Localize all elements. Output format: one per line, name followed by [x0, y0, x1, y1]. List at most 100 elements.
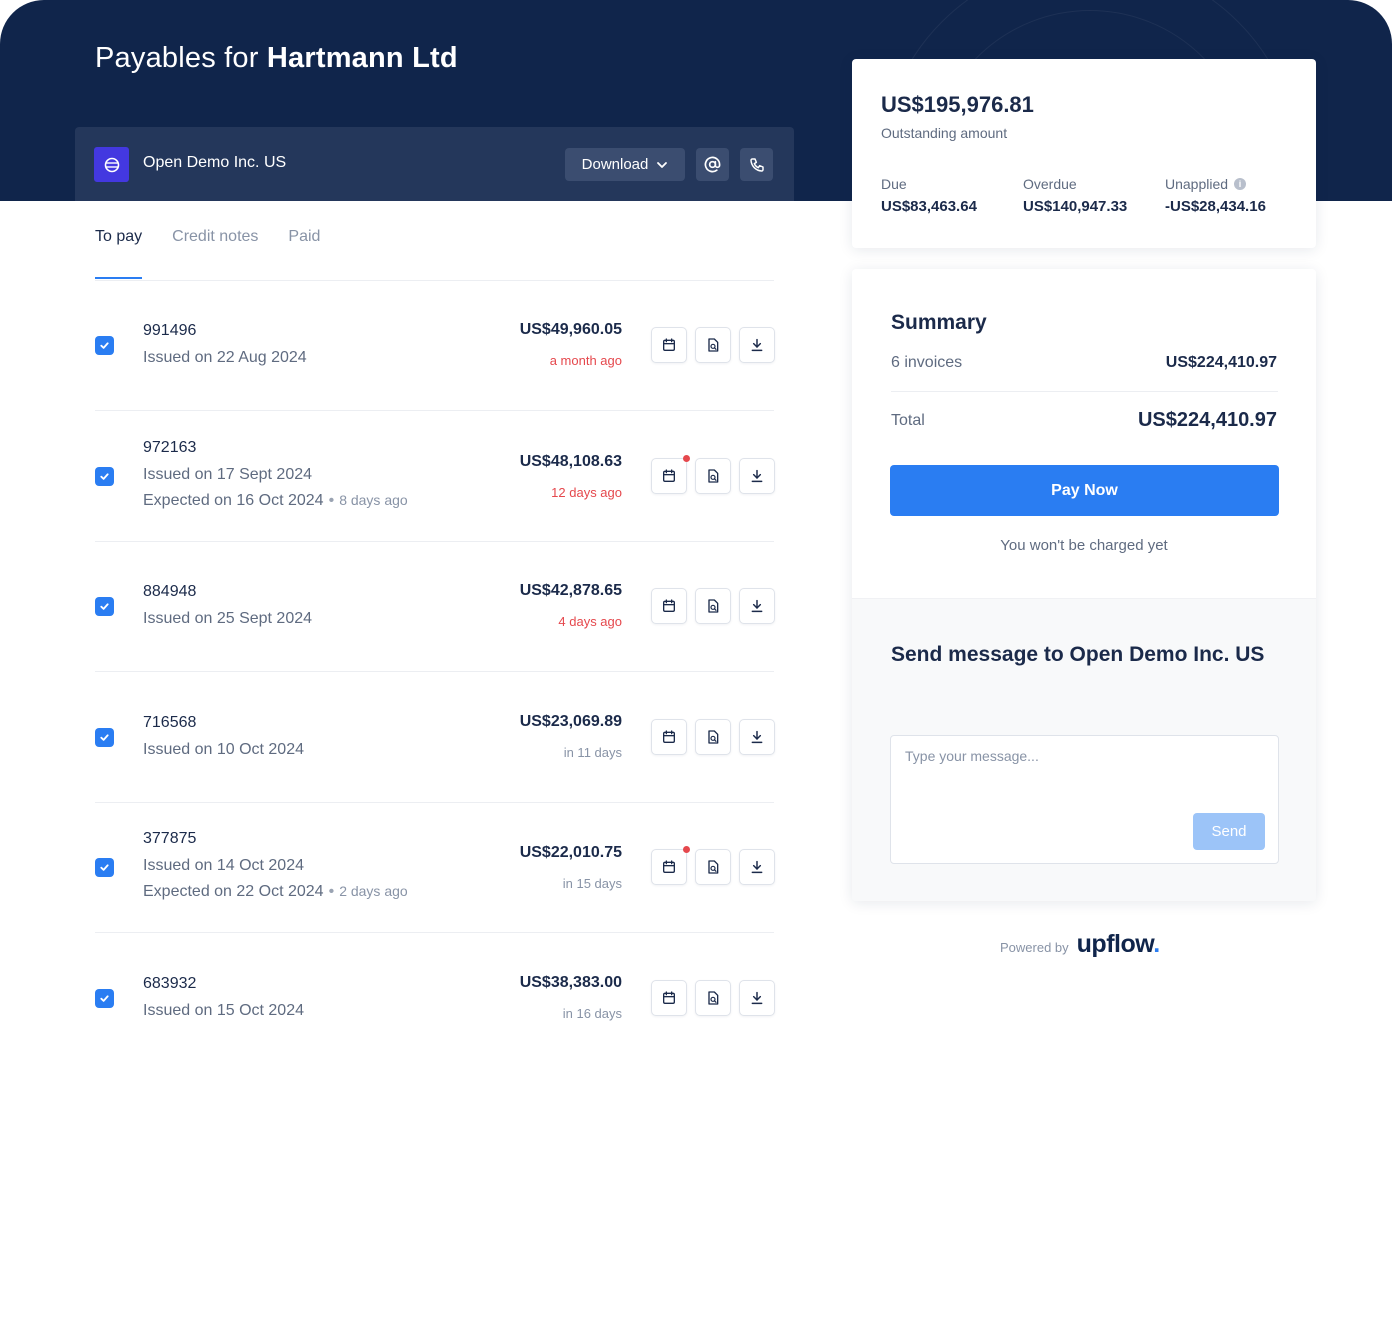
email-button[interactable]	[696, 148, 729, 181]
tab-credit-notes[interactable]: Credit notes	[172, 228, 258, 279]
schedule-payment-button[interactable]	[651, 588, 687, 624]
message-title: Send message to Open Demo Inc. US	[891, 643, 1265, 666]
invoice-amount: US$49,960.05	[519, 321, 622, 338]
download-button[interactable]: Download	[565, 148, 685, 181]
info-icon[interactable]: i	[1234, 178, 1247, 190]
view-invoice-button[interactable]	[695, 719, 731, 755]
invoice-expected-date: Expected on 16 Oct 2024	[143, 492, 324, 509]
powered-by-label: Powered by	[1000, 940, 1069, 955]
view-invoice-button[interactable]	[695, 327, 731, 363]
invoice-due-status: 12 days ago	[551, 485, 622, 500]
schedule-payment-button[interactable]	[651, 846, 690, 885]
invoice-row: 884948 Issued on 25 Sept 2024 US$42,878.65…	[95, 542, 775, 672]
download-invoice-button[interactable]	[739, 849, 775, 885]
summary-invoices-label: 6 invoices	[891, 354, 963, 371]
download-icon	[749, 468, 765, 484]
invoice-expected-ago: 8 days ago	[339, 492, 408, 508]
download-icon	[749, 598, 765, 614]
invoice-row: 683932 Issued on 15 Oct 2024 US$38,383.00 i…	[95, 934, 775, 1064]
invoice-checkbox[interactable]	[95, 597, 114, 616]
download-icon	[749, 337, 765, 353]
separator-dot: •	[328, 883, 335, 900]
document-search-icon	[705, 598, 721, 614]
unapplied-label: Unapplied i	[1165, 176, 1247, 192]
page-title-company: Hartmann Ltd	[266, 42, 458, 74]
invoice-amount: US$23,069.89	[519, 713, 622, 730]
document-search-icon	[705, 468, 721, 484]
invoice-issued-date: Issued on 10 Oct 2024	[143, 741, 304, 758]
download-invoice-button[interactable]	[739, 588, 775, 624]
phone-icon	[749, 157, 764, 172]
invoice-expected-date: Expected on 22 Oct 2024	[143, 883, 324, 900]
invoice-expected-line: Expected on 16 Oct 2024 • 8 days ago	[143, 492, 408, 510]
invoice-checkbox[interactable]	[95, 989, 114, 1008]
invoice-expected-line: Expected on 22 Oct 2024 • 2 days ago	[143, 883, 408, 901]
summary-invoices-value: US$224,410.97	[1165, 354, 1277, 371]
download-label: Download	[581, 156, 649, 173]
pay-now-button[interactable]: Pay Now	[890, 465, 1279, 516]
download-icon	[749, 990, 765, 1006]
document-search-icon	[705, 859, 721, 875]
powered-by: Powered by upflow.	[1000, 930, 1160, 959]
summary-total-value: US$224,410.97	[1137, 409, 1277, 431]
phone-button[interactable]	[740, 148, 773, 181]
brand-name: upflow	[1076, 930, 1154, 958]
overdue-value: US$140,947.33	[1023, 198, 1128, 215]
invoice-row: 716568 Issued on 10 Oct 2024 US$23,069.89 i…	[95, 673, 775, 803]
calendar-icon	[661, 337, 677, 353]
invoice-number: 377875	[143, 830, 197, 847]
document-search-icon	[705, 990, 721, 1006]
download-invoice-button[interactable]	[739, 719, 775, 755]
tab-paid[interactable]: Paid	[288, 228, 320, 279]
view-invoice-button[interactable]	[695, 849, 731, 885]
schedule-payment-button[interactable]	[651, 980, 687, 1016]
download-invoice-button[interactable]	[739, 327, 775, 363]
outstanding-label: Outstanding amount	[881, 125, 1008, 141]
upflow-logo[interactable]: upflow.	[1076, 930, 1161, 959]
unapplied-value: -US$28,434.16	[1165, 198, 1266, 215]
invoice-issued-date: Issued on 17 Sept 2024	[143, 466, 313, 483]
check-icon	[99, 601, 110, 612]
summary-card: Summary 6 invoices US$224,410.97 Total U…	[852, 269, 1316, 901]
invoice-due-status: a month ago	[549, 353, 622, 368]
invoice-number: 716568	[143, 714, 197, 731]
invoice-row: 972163 Issued on 17 Sept 2024 Expected on …	[95, 412, 775, 542]
summary-divider	[891, 391, 1278, 392]
due-label: Due	[881, 176, 907, 192]
message-input[interactable]	[905, 748, 1260, 808]
invoice-amount: US$22,010.75	[519, 844, 622, 861]
invoice-checkbox[interactable]	[95, 728, 114, 747]
view-invoice-button[interactable]	[695, 588, 731, 624]
check-icon	[99, 732, 110, 743]
invoice-checkbox[interactable]	[95, 336, 114, 355]
page-title: Payables for Hartmann Ltd	[95, 42, 458, 75]
invoice-amount: US$38,383.00	[519, 974, 622, 991]
view-invoice-button[interactable]	[695, 980, 731, 1016]
send-button[interactable]: Send	[1193, 813, 1265, 850]
schedule-payment-button[interactable]	[651, 327, 687, 363]
schedule-payment-button[interactable]	[651, 455, 690, 494]
view-invoice-button[interactable]	[695, 458, 731, 494]
message-box: Send	[890, 735, 1279, 864]
vendor-name: Open Demo Inc. US	[143, 154, 287, 171]
invoice-tabs: To pay Credit notes Paid	[95, 228, 320, 279]
invoice-checkbox[interactable]	[95, 858, 114, 877]
summary-total-label: Total	[891, 412, 925, 429]
download-invoice-button[interactable]	[739, 980, 775, 1016]
download-invoice-button[interactable]	[739, 458, 775, 494]
schedule-payment-button[interactable]	[651, 719, 687, 755]
invoice-issued-date: Issued on 15 Oct 2024	[143, 1002, 304, 1019]
globe-icon	[94, 147, 129, 182]
calendar-icon	[661, 990, 677, 1006]
tab-to-pay[interactable]: To pay	[95, 228, 143, 279]
notification-dot	[683, 846, 690, 853]
invoice-due-status: 4 days ago	[558, 614, 622, 629]
check-icon	[99, 471, 110, 482]
brand-dot: .	[1153, 930, 1160, 958]
check-icon	[99, 993, 110, 1004]
at-sign-icon	[704, 156, 721, 173]
outstanding-card: US$195,976.81 Outstanding amount Due US$…	[852, 59, 1316, 248]
invoice-checkbox[interactable]	[95, 467, 114, 486]
calendar-icon	[661, 598, 677, 614]
charge-note: You won't be charged yet	[1000, 537, 1168, 554]
